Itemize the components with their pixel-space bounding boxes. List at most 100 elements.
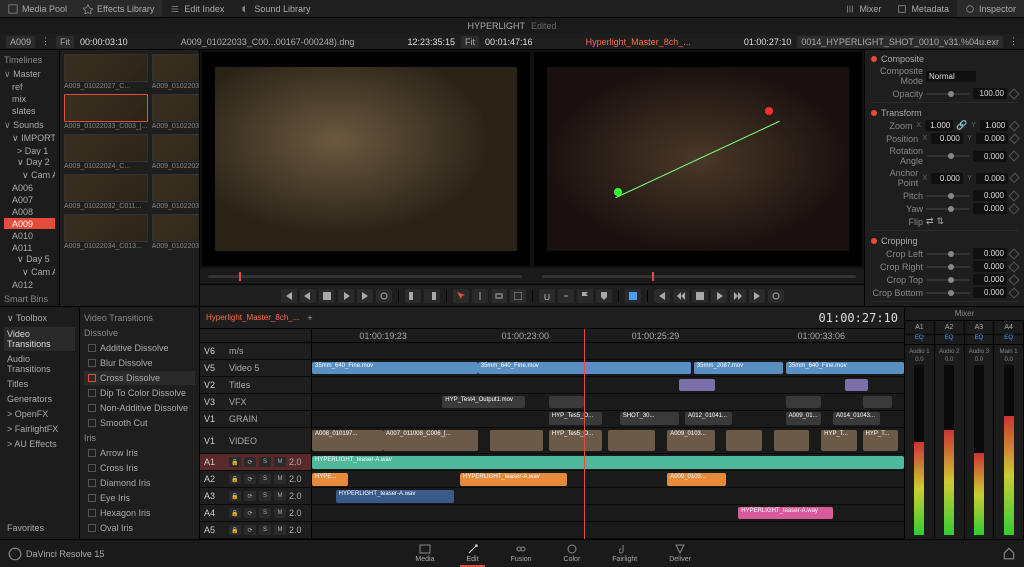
media-clip[interactable]: A009_01022024_C... <box>64 134 148 170</box>
mixer-channel[interactable]: A2 <box>935 321 965 334</box>
tree-item[interactable]: > Day 1 <box>4 145 55 156</box>
tree-item[interactable]: A012 <box>4 279 55 290</box>
media-clip[interactable]: A009_01022033_C003_[... <box>152 94 200 130</box>
track-auto-icon[interactable]: ⟳ <box>244 508 256 518</box>
menu-dots-icon[interactable]: ⋮ <box>1009 36 1018 47</box>
page-media[interactable]: Media <box>409 541 440 567</box>
fx-item[interactable]: Arrow Iris <box>84 446 195 460</box>
zoom-x[interactable]: 1.000 <box>925 120 953 131</box>
fx-item[interactable]: Oval Iris <box>84 521 195 535</box>
tree-item[interactable]: ∨ Day 2 <box>4 156 55 168</box>
keyframe-icon[interactable] <box>1008 190 1019 201</box>
page-fairlight[interactable]: Fairlight <box>606 541 643 567</box>
media-clip[interactable]: A009_01022027_C... <box>64 54 148 90</box>
next-clip-icon[interactable] <box>357 289 373 303</box>
track-lock-icon[interactable]: 🔒 <box>229 525 241 535</box>
timeline-clip[interactable]: A014_01043... <box>833 412 880 425</box>
zoom-y[interactable]: 1.000 <box>980 120 1008 131</box>
track-lane[interactable]: HYPERLIGHT_teaser-A.wav <box>312 488 904 504</box>
timeline-clip[interactable]: HYPE... <box>312 473 348 486</box>
fx-tree-item-selected[interactable]: Video Transitions <box>4 327 75 351</box>
tab-inspector[interactable]: Inspector <box>957 0 1024 17</box>
timeline-clip[interactable] <box>679 379 715 392</box>
timeline-clip[interactable]: A009_01... <box>786 412 822 425</box>
blade-icon[interactable] <box>472 289 488 303</box>
timeline-clip[interactable]: 35mm_2087.mov <box>694 362 783 375</box>
track-lock-icon[interactable]: 🔒 <box>229 457 241 467</box>
prev-clip-icon[interactable] <box>281 289 297 303</box>
pitch-slider[interactable] <box>926 195 970 197</box>
rec-fit[interactable]: Fit <box>461 36 479 48</box>
track-label[interactable]: A4 <box>204 508 226 518</box>
media-clip[interactable]: A009_01022032_C011... <box>64 174 148 210</box>
timeline-clip[interactable]: A007_011008_C006_[... <box>383 430 478 450</box>
track-label[interactable]: V2 <box>204 380 226 390</box>
timeline-clip[interactable]: HYP_T... <box>863 430 899 450</box>
rotation-val[interactable]: 0.000 <box>973 151 1007 162</box>
keyframe-icon[interactable] <box>1008 88 1019 99</box>
mixer-fader[interactable]: Audio 10.0 <box>905 345 935 539</box>
tree-item[interactable]: mix <box>4 93 55 104</box>
flag-icon[interactable] <box>577 289 593 303</box>
opacity-value[interactable]: 100.00 <box>973 88 1007 99</box>
crop-top-val[interactable]: 0.000 <box>973 274 1007 285</box>
rewind-icon[interactable] <box>673 289 689 303</box>
marker-icon[interactable] <box>596 289 612 303</box>
snap-icon[interactable] <box>539 289 555 303</box>
arrow-select-icon[interactable] <box>453 289 469 303</box>
pitch-val[interactable]: 0.000 <box>973 190 1007 201</box>
fx-tree-group[interactable]: > OpenFX <box>4 407 75 421</box>
timeline-clip[interactable] <box>786 396 822 409</box>
track-lock-icon[interactable]: 🔒 <box>229 474 241 484</box>
opacity-slider[interactable] <box>926 93 970 95</box>
timeline-clip[interactable]: HYP_Test4_Output1.mov <box>442 396 525 409</box>
track-solo[interactable]: S <box>259 474 271 484</box>
tree-item[interactable]: ∨ Cam A <box>4 169 55 181</box>
track-lane[interactable] <box>312 522 904 538</box>
tree-item[interactable]: A011 <box>4 242 55 253</box>
track-solo[interactable]: S <box>259 525 271 535</box>
source-scrubber[interactable] <box>208 275 522 278</box>
anchor-y[interactable]: 0.000 <box>976 173 1007 184</box>
dynamic-trim-icon[interactable] <box>625 289 641 303</box>
track-lock-icon[interactable]: 🔒 <box>229 508 241 518</box>
pos-y[interactable]: 0.000 <box>976 133 1007 144</box>
crop-left-slider[interactable] <box>926 253 970 255</box>
track-mute[interactable]: M <box>274 525 286 535</box>
tree-sounds[interactable]: ∨ Sounds <box>4 120 55 131</box>
tree-item[interactable]: A010 <box>4 230 55 241</box>
flip-h-icon[interactable]: ⇄ <box>926 216 934 227</box>
timeline-clip[interactable]: SHOT_30... <box>620 412 679 425</box>
play-icon[interactable] <box>338 289 354 303</box>
fx-item[interactable]: Additive Dissolve <box>84 341 195 355</box>
crop-bottom-val[interactable]: 0.000 <box>973 287 1007 298</box>
timeline-tab[interactable]: Hyperlight_Master_8ch_... <box>206 313 299 322</box>
page-fusion[interactable]: Fusion <box>505 541 538 567</box>
track-lane[interactable] <box>312 343 904 359</box>
mixer-fader[interactable]: Audio 30.0 <box>965 345 995 539</box>
page-deliver[interactable]: Deliver <box>663 541 697 567</box>
playhead[interactable] <box>584 329 585 539</box>
tree-item[interactable]: A007 <box>4 194 55 205</box>
track-solo[interactable]: S <box>259 508 271 518</box>
timeline-clip[interactable]: HYPERLIGHT_teaser-A.wav <box>460 473 567 486</box>
tree-item[interactable]: A008 <box>4 206 55 217</box>
yaw-val[interactable]: 0.000 <box>973 203 1007 214</box>
tab-metadata[interactable]: Metadata <box>889 0 957 17</box>
tree-item[interactable]: slates <box>4 105 55 116</box>
mixer-fader[interactable]: Audio 20.0 <box>935 345 965 539</box>
media-clip[interactable]: A009_01022039_C014_[0... <box>152 214 200 250</box>
media-clip[interactable]: A009_01022028_C009... <box>152 134 200 170</box>
link-icon[interactable]: 🔗 <box>956 120 967 131</box>
track-label[interactable]: V3 <box>204 397 226 407</box>
tree-item[interactable]: ∨ IMPORT_0905 <box>4 132 55 144</box>
play2-icon[interactable] <box>711 289 727 303</box>
tree-item[interactable]: A006 <box>4 182 55 193</box>
track-label[interactable]: V6 <box>204 346 226 356</box>
timeline-clip[interactable] <box>490 430 543 450</box>
tab-edit-index[interactable]: Edit Index <box>162 0 232 17</box>
keyframe-icon[interactable] <box>1009 120 1019 130</box>
track-lane[interactable]: HYP_Test4_Output1.mov <box>312 394 904 410</box>
timeline-clip[interactable] <box>726 430 762 450</box>
page-edit[interactable]: Edit <box>460 541 484 567</box>
